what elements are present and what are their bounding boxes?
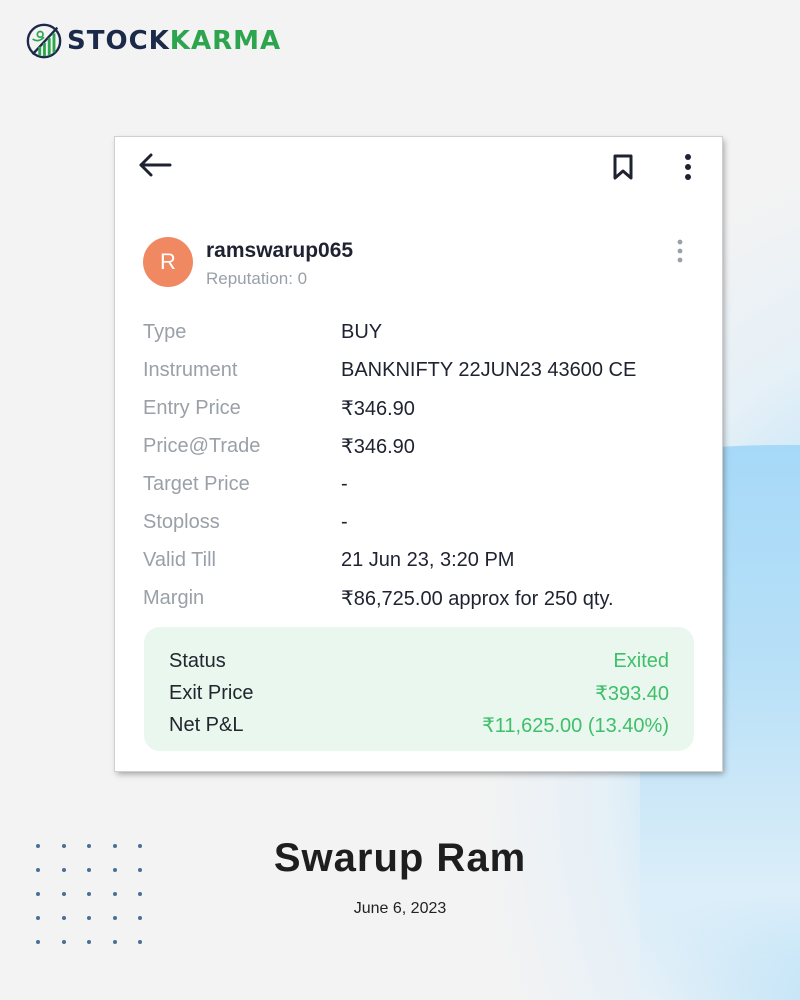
detail-label: Type — [143, 320, 187, 343]
trade-card: R ramswarup065 Reputation: 0 Type BUY In… — [115, 137, 722, 771]
result-row-status: Status Exited — [169, 645, 669, 677]
detail-value: ₹86,725.00 approx for 250 qty. — [341, 587, 614, 610]
decorative-dot — [87, 940, 91, 944]
detail-row-margin: Margin ₹86,725.00 approx for 250 qty. — [143, 579, 703, 617]
avatar[interactable]: R — [143, 237, 193, 287]
detail-label: Valid Till — [143, 548, 216, 571]
brand-name-karma: KARMA — [169, 26, 282, 56]
arrow-left-icon[interactable] — [137, 151, 173, 179]
detail-label: Entry Price — [143, 396, 241, 419]
detail-value: BANKNIFTY 22JUN23 43600 CE — [341, 358, 637, 381]
detail-value: - — [341, 472, 348, 495]
brand-name-stock: STOCK — [67, 26, 170, 56]
detail-label: Instrument — [143, 358, 238, 381]
decorative-dot — [61, 940, 66, 944]
detail-label: Target Price — [143, 472, 250, 495]
result-label: Status — [169, 649, 226, 672]
user-more-icon[interactable] — [675, 239, 685, 263]
detail-row-instrument: Instrument BANKNIFTY 22JUN23 43600 CE — [143, 351, 703, 389]
trade-result-box: Status Exited Exit Price ₹393.40 Net P&L… — [144, 627, 694, 751]
date-text: June 6, 2023 — [353, 900, 447, 917]
result-value: ₹393.40 — [595, 682, 669, 705]
detail-value: ₹346.90 — [341, 397, 415, 420]
decorative-dot — [138, 940, 142, 944]
detail-row-type: Type BUY — [143, 313, 703, 351]
result-value: ₹11,625.00 (13.40%) — [482, 714, 669, 737]
brand-name: STOCKKARMA — [67, 26, 281, 56]
detail-label: Price@Trade — [143, 434, 261, 457]
result-row-net-pnl: Net P&L ₹11,625.00 (13.40%) — [169, 709, 669, 741]
username[interactable]: ramswarup065 — [206, 239, 353, 263]
detail-value: 21 Jun 23, 3:20 PM — [341, 548, 515, 571]
decorative-dot — [36, 892, 40, 896]
detail-row-target-price: Target Price - — [143, 465, 703, 503]
decorative-dot — [87, 892, 91, 896]
stockkarma-logo-icon — [26, 23, 62, 59]
detail-row-price-at-trade: Price@Trade ₹346.90 — [143, 427, 703, 465]
detail-row-valid-till: Valid Till 21 Jun 23, 3:20 PM — [143, 541, 703, 579]
detail-row-stoploss: Stoploss - — [143, 503, 703, 541]
decorative-dot — [61, 892, 66, 896]
detail-value: - — [341, 510, 348, 533]
brand-logo: STOCKKARMA — [25, 22, 281, 60]
decorative-dot — [138, 892, 142, 896]
detail-row-entry-price: Entry Price ₹346.90 — [143, 389, 703, 427]
detail-value: ₹346.90 — [341, 435, 415, 458]
user-row: R ramswarup065 Reputation: 0 — [143, 237, 703, 293]
card-toolbar — [115, 137, 722, 197]
bookmark-icon[interactable] — [611, 153, 635, 181]
result-row-exit-price: Exit Price ₹393.40 — [169, 677, 669, 709]
result-label: Exit Price — [169, 681, 254, 704]
detail-label: Margin — [143, 586, 205, 609]
decorative-dot — [36, 940, 40, 944]
trade-details: Type BUY Instrument BANKNIFTY 22JUN23 43… — [143, 313, 703, 617]
reputation: Reputation: 0 — [206, 269, 308, 288]
detail-label: Stoploss — [143, 510, 220, 533]
detail-value: BUY — [341, 320, 383, 343]
decorative-dot — [112, 940, 117, 944]
status-badge: Exited — [613, 649, 669, 672]
more-vertical-icon[interactable] — [681, 153, 695, 181]
result-label: Net P&L — [169, 713, 244, 736]
decorative-dot — [112, 892, 117, 896]
person-name: Swarup Ram — [273, 836, 527, 880]
